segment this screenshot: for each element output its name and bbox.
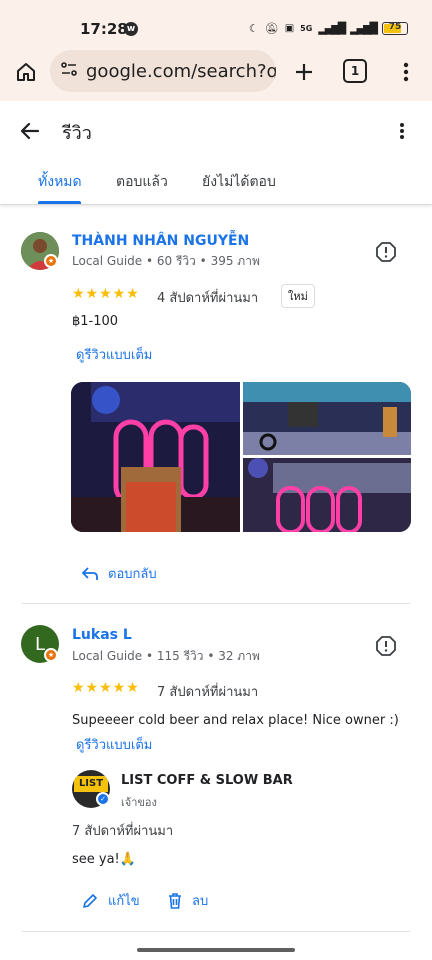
reply-button[interactable]: ตอบกลับ: [82, 563, 157, 584]
price-range: ฿1-100: [72, 314, 119, 329]
nfc-icon: ▣: [284, 22, 295, 34]
reviewer-name[interactable]: THÀNH NHÂN NGUYỄN: [72, 233, 249, 249]
delete-label: ลบ: [192, 894, 209, 909]
local-guide-badge-icon: ★: [44, 254, 58, 268]
site-settings-icon[interactable]: [60, 60, 78, 82]
owner-reply-date: 7 สัปดาห์ที่ผ่านมา: [72, 824, 174, 839]
reply-icon: [82, 566, 98, 580]
review-photo[interactable]: [71, 382, 240, 532]
url-text[interactable]: google.com/search?q=l: [86, 61, 276, 82]
browser-menu-icon[interactable]: [394, 58, 418, 86]
delete-reply-button[interactable]: ลบ: [168, 890, 208, 911]
active-tab-indicator: [38, 201, 81, 204]
system-icons: ☾ 🔕︎ ▣ 5G ▂▄▆█ ▂▄▆█ 75: [249, 20, 408, 36]
report-icon[interactable]: [376, 636, 396, 656]
moon-icon: ☾: [248, 21, 259, 35]
more-options-icon[interactable]: [392, 117, 412, 145]
signal-icon-2: ▂▄▆█: [350, 21, 378, 35]
reviewer-name[interactable]: Lukas L: [72, 627, 132, 643]
reviewer-meta: Local Guide • 60 รีวิว • 395 ภาพ: [72, 254, 260, 268]
tab-switcher-button[interactable]: 1: [343, 59, 367, 83]
gesture-navigation-bar[interactable]: [137, 948, 295, 952]
page-title: รีวิว: [62, 123, 92, 144]
owner-reply-text: see ya!🙏: [72, 852, 136, 867]
review-photo[interactable]: [243, 382, 411, 455]
signal-icon: ▂▄▆█: [318, 21, 346, 35]
local-guide-badge-icon: ★: [44, 648, 58, 662]
review-divider: [22, 603, 410, 604]
notification-icon: w: [124, 22, 138, 36]
trash-icon: [169, 892, 181, 909]
pencil-icon: [83, 893, 97, 908]
network-label: 5G: [300, 23, 313, 33]
status-time: 17:28: [80, 20, 128, 38]
home-icon[interactable]: [12, 58, 40, 86]
tab-count: 1: [350, 64, 360, 78]
review-photo[interactable]: [243, 458, 411, 532]
tab-replied[interactable]: ตอบแล้ว: [116, 171, 168, 193]
tab-unreplied[interactable]: ยังไม่ได้ตอบ: [202, 171, 276, 193]
edit-reply-button[interactable]: แก้ไข: [82, 890, 140, 911]
owner-name: LIST COFF & SLOW BAR: [121, 773, 293, 788]
reviews-header: รีวิว ทั้งหมด ตอบแล้ว ยังไม่ได้ตอบ: [0, 101, 432, 205]
tab-all[interactable]: ทั้งหมด: [38, 171, 82, 193]
address-bar[interactable]: google.com/search?q=l: [50, 50, 276, 92]
reviewer-meta: Local Guide • 115 รีวิว • 32 ภาพ: [72, 649, 260, 663]
review-date: 7 สัปดาห์ที่ผ่านมา: [157, 685, 259, 700]
edit-label: แก้ไข: [108, 894, 140, 909]
status-bar: 17:28 w ☾ 🔕︎ ▣ 5G ▂▄▆█ ▂▄▆█ 75: [0, 0, 432, 56]
back-arrow-icon[interactable]: [16, 117, 44, 145]
reply-label: ตอบกลับ: [108, 567, 157, 582]
verified-owner-icon: ✓: [96, 792, 110, 806]
review-date: 4 สัปดาห์ที่ผ่านมา: [157, 291, 259, 306]
owner-role: เจ้าของ: [121, 796, 157, 809]
report-icon[interactable]: [376, 242, 396, 262]
new-tab-icon[interactable]: [290, 58, 318, 86]
review-text: Supeeeer cold beer and relax place! Nice…: [72, 713, 399, 728]
review-divider: [22, 931, 410, 932]
new-badge: ใหม่: [281, 284, 315, 308]
star-rating: ★★★★★: [72, 680, 140, 696]
full-review-link[interactable]: ดูรีวิวแบบเต็ม: [76, 734, 152, 755]
bell-off-icon: 🔕︎: [264, 21, 279, 35]
owner-logo-text: LIST: [74, 776, 108, 792]
star-rating: ★★★★★: [72, 286, 140, 302]
avatar-letter: L: [34, 633, 46, 655]
battery-icon: 75: [382, 21, 408, 35]
full-review-link[interactable]: ดูรีวิวแบบเต็ม: [76, 344, 152, 365]
browser-chrome: 17:28 w ☾ 🔕︎ ▣ 5G ▂▄▆█ ▂▄▆█ 75 google.co…: [0, 0, 432, 101]
